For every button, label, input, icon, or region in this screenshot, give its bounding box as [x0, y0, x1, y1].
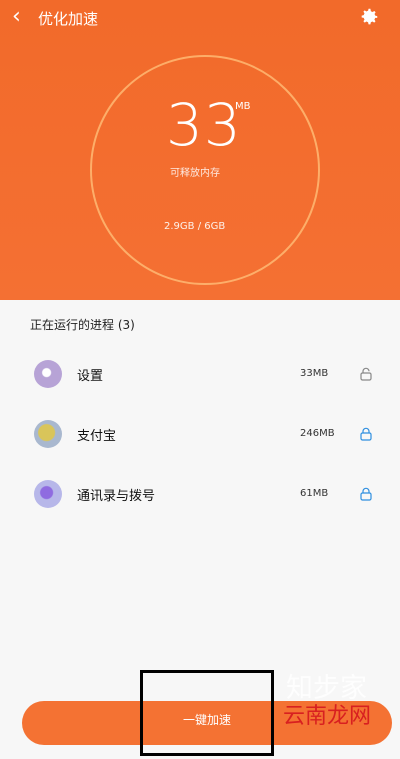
highlight-box — [140, 670, 274, 756]
settings-gear-icon[interactable] — [358, 6, 380, 28]
memory-usage: 2.9GB / 6GB — [164, 221, 226, 232]
page-title: 优化加速 — [38, 10, 99, 28]
process-name: 通讯录与拨号 — [77, 489, 156, 504]
alipay-app-icon — [34, 420, 62, 448]
memory-value: 33 — [166, 91, 242, 159]
lock-icon[interactable] — [359, 366, 373, 381]
watermark-bottom: 云南龙网 — [283, 704, 372, 729]
lock-icon[interactable] — [359, 486, 373, 501]
process-size: 246MB — [300, 428, 335, 439]
process-size: 33MB — [300, 368, 329, 379]
back-icon[interactable]: ‹ — [12, 6, 36, 30]
memory-label: 可释放内存 — [170, 168, 220, 179]
process-name: 支付宝 — [77, 429, 117, 444]
contacts-app-icon — [34, 480, 62, 508]
lock-icon[interactable] — [359, 426, 373, 441]
section-title: 正在运行的进程 (3) — [30, 318, 135, 332]
memory-unit: MB — [235, 101, 251, 112]
process-row-settings[interactable]: 设置 33MB — [0, 354, 400, 394]
process-name: 设置 — [77, 369, 104, 384]
process-row-contacts[interactable]: 通讯录与拨号 61MB — [0, 474, 400, 514]
settings-app-icon — [34, 360, 62, 388]
process-row-alipay[interactable]: 支付宝 246MB — [0, 414, 400, 454]
process-size: 61MB — [300, 488, 329, 499]
